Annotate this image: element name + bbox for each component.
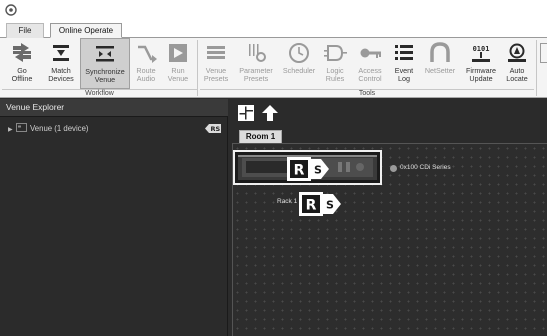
netsetter-label: NetSetter [424,66,456,75]
rs-badge-r: R [306,198,317,214]
venue-presets-label: Venue Presets [203,66,229,83]
parameter-presets-label: Parameter Presets [239,66,273,83]
venue-presets-button[interactable]: Venue Presets [200,38,232,89]
route-audio-icon [138,45,157,63]
route-audio-button[interactable]: Route Audio [131,38,161,89]
parameter-presets-button[interactable]: Parameter Presets [234,38,278,89]
auto-locate-icon [508,43,526,62]
go-offline-icon [13,43,31,62]
event-log-button[interactable]: Event Log [390,38,418,89]
group-label-tools: Tools [200,89,534,98]
tab-online-operate[interactable]: Online Operate [50,23,122,38]
menu-bar: File Online Operate [0,22,547,38]
overflow-ribbon-button[interactable] [540,43,547,63]
venue-explorer-panel: Venue Explorer ▶ Venue (1 device) R S [0,99,228,336]
chevron-right-icon[interactable]: ▶ [8,124,16,136]
svg-text:S: S [216,125,221,133]
scheduler-button[interactable]: Scheduler [280,38,318,89]
match-devices-button[interactable]: Match Devices [43,38,79,89]
netsetter-icon [430,42,450,62]
rs-status-icon: R S [287,157,329,181]
firmware-icon: 0101 [472,45,490,62]
title-bar [0,0,547,22]
rs-badge-s: S [326,199,334,212]
parameter-presets-icon [249,44,266,62]
synchronize-venue-button[interactable]: Synchronize Venue [80,38,130,89]
tab-file[interactable]: File [6,23,44,38]
access-control-label: Access Control [358,66,382,83]
workspace-toolbar [229,99,547,127]
scheduler-label: Scheduler [282,66,316,75]
ribbon-separator [536,40,537,96]
rs-badge-s: S [314,164,322,177]
device-label: 0x100 CDi Series [400,164,451,171]
synchronize-icon [96,46,114,62]
auto-locate-label: Auto Locate [506,66,528,83]
ribbon-separator [197,40,198,96]
ribbon: Go Offline Match Devices Synchronize Venue [0,38,547,98]
workspace-panel: Room 1 [229,99,547,336]
synchronize-venue-label: Synchronize Venue [85,67,125,84]
up-arrow-icon[interactable] [261,104,279,122]
venue-icon [16,123,27,132]
svg-text:0101: 0101 [473,45,490,53]
run-venue-button[interactable]: Run Venue [163,38,193,89]
event-log-label: Event Log [394,66,414,83]
device-status-dot [390,165,397,172]
app-window: File Online Operate Go Offline Match Devic… [0,0,547,336]
group-label-workflow: Workflow [2,89,197,98]
event-log-icon [395,45,413,60]
tree-item-venue-label: Venue (1 device) [30,124,89,133]
go-offline-button[interactable]: Go Offline [2,38,42,89]
access-control-button[interactable]: Access Control [352,38,388,89]
auto-locate-button[interactable]: Auto Locate [502,38,532,89]
match-devices-label: Match Devices [48,66,74,83]
route-audio-label: Route Audio [136,66,156,83]
rs-status-icon: R S [205,124,221,133]
clock-icon [289,43,309,63]
logic-rules-button[interactable]: Logic Rules [320,38,350,89]
match-devices-icon [53,45,69,61]
run-venue-icon [169,44,187,62]
rs-status-icon[interactable]: R S [299,192,343,216]
layout-icon[interactable] [237,104,255,122]
netsetter-button[interactable]: NetSetter [420,38,460,89]
firmware-update-button[interactable]: 0101 Firmware Update [462,38,500,89]
go-offline-label: Go Offline [11,66,33,83]
key-icon [360,48,381,58]
logic-rules-label: Logic Rules [325,66,345,83]
tab-room-1[interactable]: Room 1 [239,130,282,143]
venue-explorer-title: Venue Explorer [0,99,228,117]
venue-presets-icon [207,46,225,59]
tree-item-venue[interactable]: ▶ Venue (1 device) [8,123,89,135]
firmware-update-label: Firmware Update [466,66,496,83]
rs-badge-r: R [294,163,305,179]
app-logo-icon [5,4,17,16]
logic-rules-icon [324,45,347,61]
rack-label: Rack 1 [277,198,298,205]
run-venue-label: Run Venue [167,66,189,83]
